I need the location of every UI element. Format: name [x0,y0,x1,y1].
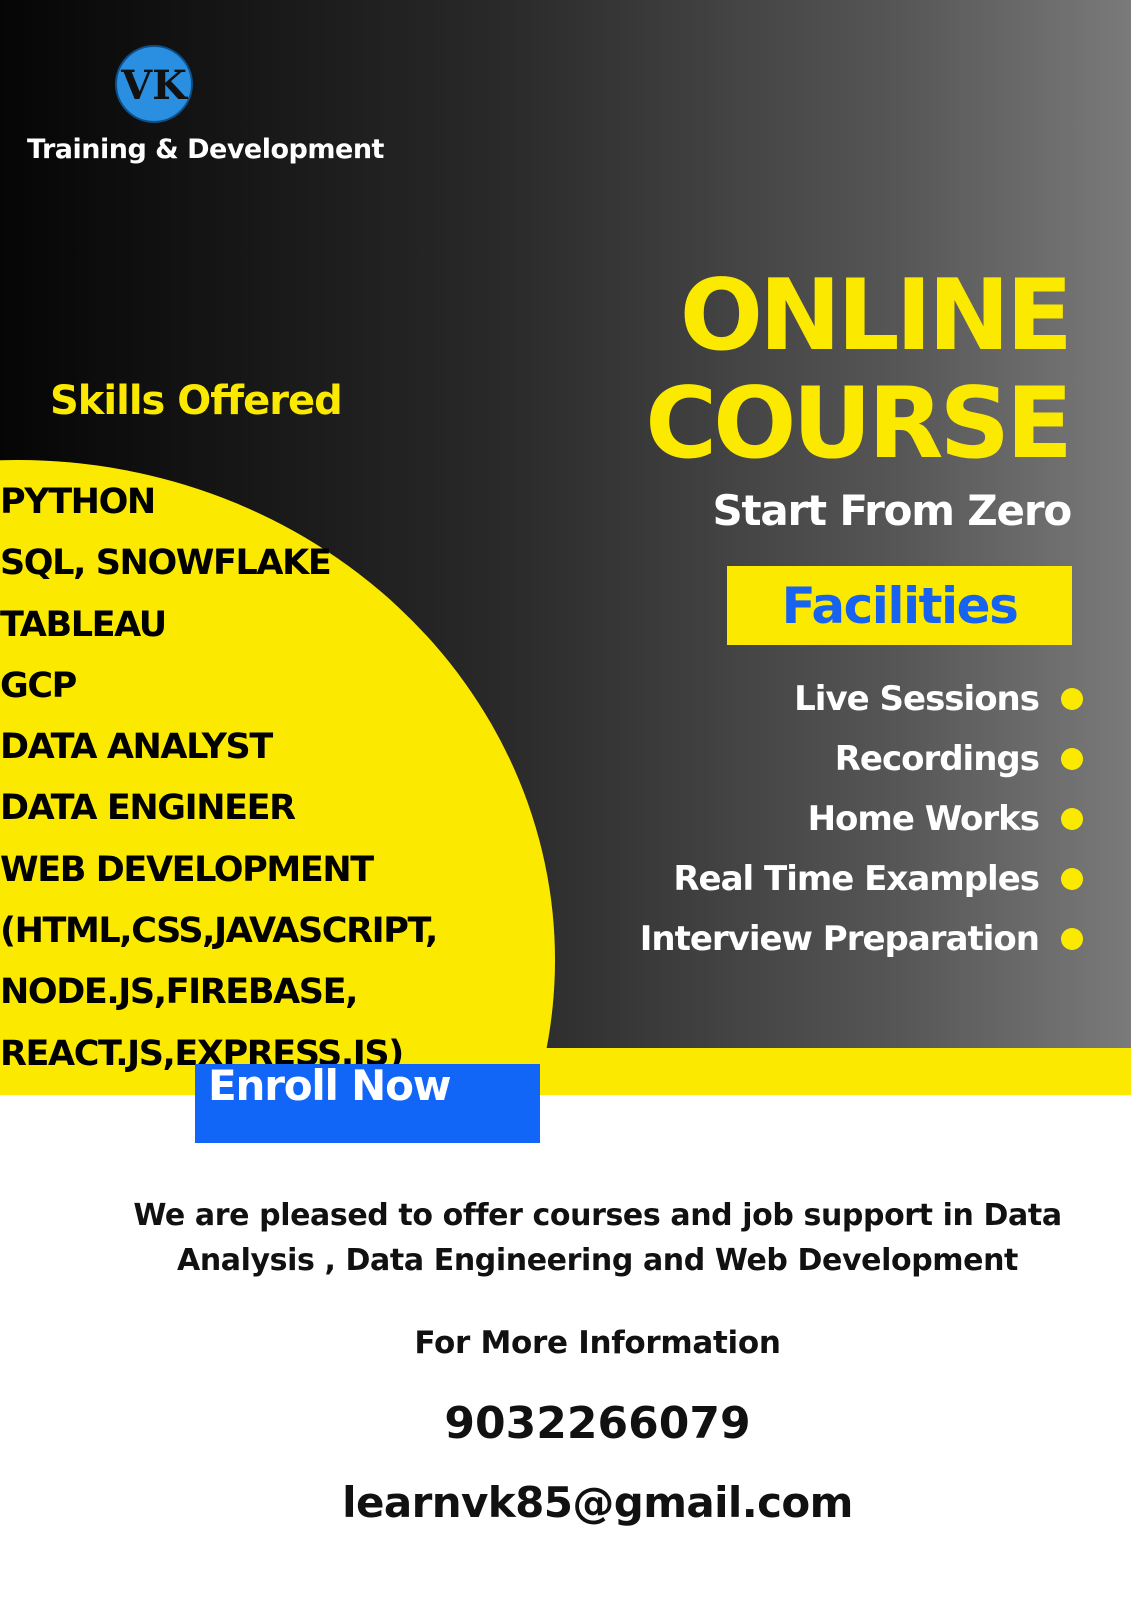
bullet-dot-icon [1061,868,1083,890]
brand-tagline: Training & Development [27,134,384,165]
intro-line: We are pleased to offer courses and job … [133,1198,1062,1233]
headline-subtitle: Start From Zero [712,486,1072,535]
vk-logo: VK [115,45,193,123]
more-info-heading: For More Information [414,1325,781,1361]
course-headline: ONLINE COURSE [645,259,1073,481]
skill-item: GCP [0,665,77,706]
skills-heading: Skills Offered [50,378,343,424]
headline-line-course: COURSE [645,367,1073,481]
enroll-now-label: Enroll Now [208,1061,452,1110]
facility-label: Live Sessions [794,679,1040,719]
skill-item: DATA ANALYST [0,727,273,768]
hero-banner: VK Training & Development Skills Offered… [0,0,1131,1095]
skills-list: PYTHON SQL, SNOWFLAKE TABLEAU GCP DATA A… [0,472,438,1085]
facility-item: Live Sessions [640,669,1083,729]
bullet-dot-icon [1061,928,1083,950]
skill-item: SQL, SNOWFLAKE [0,543,332,584]
bullet-dot-icon [1061,748,1083,770]
facility-label: Interview Preparation [639,919,1040,959]
facility-label: Real Time Examples [673,859,1040,899]
skill-item: DATA ENGINEER [0,788,296,829]
vk-logo-mark: VK [120,62,188,109]
skill-item: NODE.JS,FIREBASE, [0,972,358,1013]
facility-item: Recordings [640,729,1083,789]
skill-item: (HTML,CSS,JAVASCRIPT, [0,911,438,952]
facilities-label: Facilities [781,576,1019,635]
phone-number[interactable]: 9032266079 [90,1398,1105,1449]
skill-item: WEB DEVELOPMENT [0,849,374,890]
enroll-now-button[interactable]: Enroll Now [195,1061,540,1143]
logo-text: VK [120,62,188,109]
facilities-banner: Facilities [727,566,1072,645]
facility-list: Live Sessions Recordings Home Works Real… [640,669,1083,969]
intro-text: We are pleased to offer courses and job … [90,1193,1105,1283]
facility-item: Home Works [640,789,1083,849]
facility-item: Interview Preparation [640,909,1083,969]
skill-item: PYTHON [0,482,156,522]
facility-label: Recordings [834,739,1040,779]
intro-line: Analysis , Data Engineering and Web Deve… [177,1243,1018,1278]
facility-item: Real Time Examples [640,849,1083,909]
bullet-dot-icon [1061,808,1083,830]
bullet-dot-icon [1061,688,1083,710]
skill-item: TABLEAU [0,604,167,645]
email-address[interactable]: learnvk85@gmail.com [90,1478,1105,1527]
facility-label: Home Works [807,799,1040,839]
headline-line-online: ONLINE [679,259,1073,373]
